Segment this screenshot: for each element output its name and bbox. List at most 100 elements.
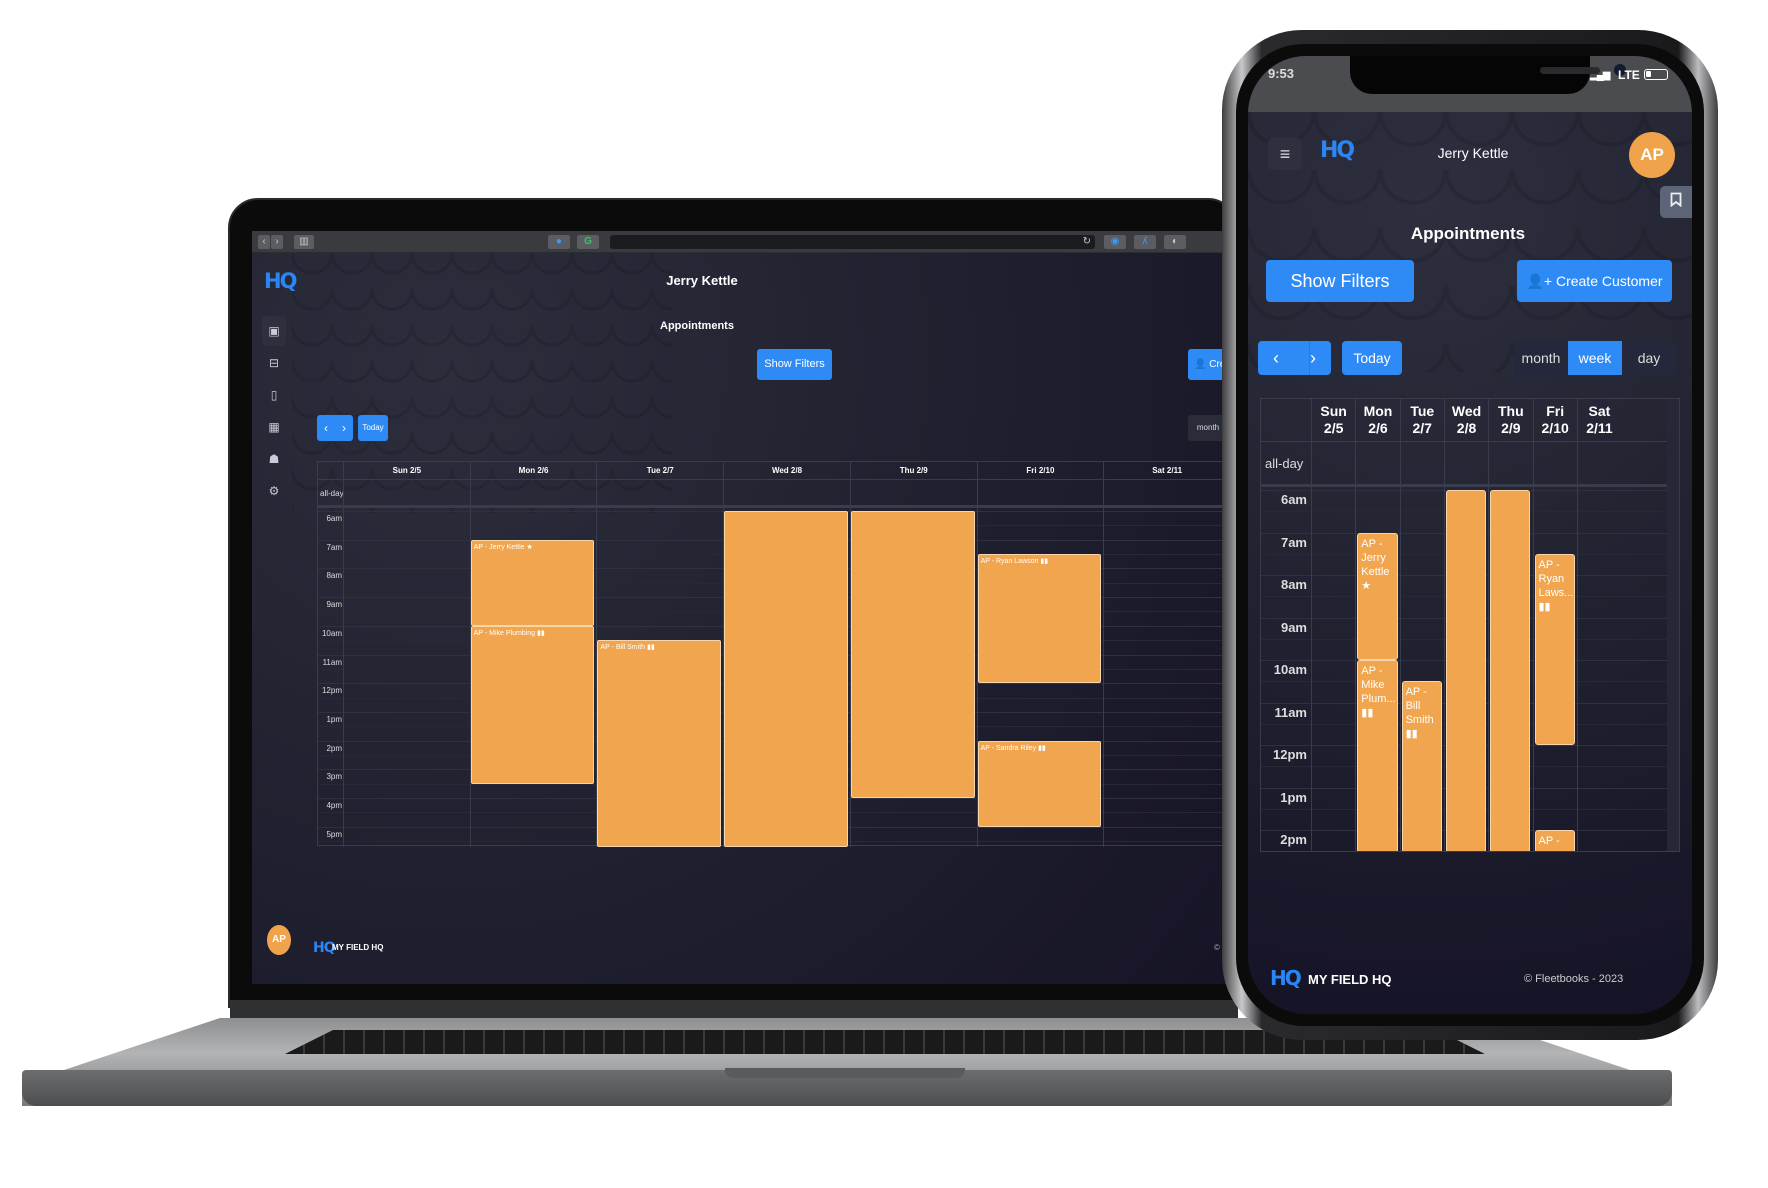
avatar[interactable]: AP [1629,132,1675,178]
phone-screen: 9:53 ▂▄▆ LTE ≡ HQ Jerry Kettle AP Appoin… [1248,56,1692,1014]
event-text: Smith [1405,714,1434,727]
column-divider [1103,480,1105,847]
time-label: 10am [1273,662,1307,677]
sidebar-item-invoice[interactable]: ▯ [262,380,286,410]
sidebar-item-users[interactable]: ☗ [262,444,286,474]
calendar-event[interactable] [1490,490,1531,851]
hq-logo[interactable]: HQ [264,269,297,293]
day-date: 2/10 [1541,420,1569,436]
day-header: Thu 2/9 [1488,399,1532,441]
calendar-event[interactable] [1445,490,1487,851]
sidebar: HQ ▣ ⊟ ▯ ▦ ☗ ⚙ AP [252,253,300,984]
page-title: Appointments [660,320,734,332]
settings-icon: ⚙ [268,484,280,498]
calendar-event[interactable]: AP - Jerry Kettle ★ [1357,532,1398,660]
view-day-button[interactable]: day [1622,341,1676,375]
calendar-event[interactable]: AP - Jerry Kettle ★ [470,539,595,626]
day-header: Tue 2/7 [1399,399,1444,441]
event-text: ▮▮ [1538,600,1551,613]
show-filters-button[interactable]: Show Filters [757,349,832,380]
browser-toolbar: ‹ › ▥ ● G ↻ ◉ ʎ ◐ [252,231,1227,253]
sidebar-item-briefcase[interactable]: ⊟ [262,348,286,378]
day-of-week: Mon [1363,403,1393,419]
today-button[interactable]: Today [1342,341,1402,375]
time-label: 12pm [321,686,342,696]
footer-brand: MY FIELD HQ [332,943,384,952]
time-label: 12pm [1273,747,1307,762]
create-customer-button[interactable]: 👤+ Create Customer [1517,260,1672,302]
time-grid: 6am 7am 8am 9am 10am 11am 12pm 1pm 2pm AP - Jerry K… [1261,490,1679,852]
column-divider [1532,399,1534,851]
address-bar[interactable]: ↻ [610,235,1095,249]
day-of-week: Sun [1320,403,1347,419]
event-text: Bill [1405,700,1421,713]
day-header: Sun 2/5 [343,462,470,480]
time-label: 6am [1280,492,1307,507]
hq-logo[interactable]: HQ [1320,138,1355,163]
view-month-button[interactable]: month [1514,341,1568,375]
calendar-event[interactable]: AP - Bill Smith ▮▮ [1401,681,1442,851]
accessibility-icon[interactable]: ʎ [1134,235,1156,249]
view-switcher: month week day [1514,341,1676,375]
event-text: Jerry [1361,551,1386,564]
column-divider [1488,399,1490,851]
time-label: 8am [1280,577,1307,592]
time-label: 7am [326,542,342,552]
all-day-row: all-day [1261,441,1679,487]
grammarly-icon[interactable]: G [577,235,599,249]
sidebar-item-settings[interactable]: ⚙ [262,476,286,506]
bookmark-icon[interactable] [1660,186,1692,218]
calendar-event[interactable] [724,511,848,847]
battery-icon [1644,69,1668,80]
back-icon[interactable]: ‹ [258,235,270,249]
reload-icon[interactable]: ↻ [1083,235,1091,249]
event-text: ▮▮ [1405,728,1418,741]
calendar-scrollbar[interactable] [1667,399,1679,851]
event-text: Plum... [1361,693,1396,705]
warehouse-icon: ▦ [268,420,280,434]
view-week-button[interactable]: week [1568,341,1622,375]
calendar-event[interactable]: AP - Mike Plum... ▮▮ [1357,660,1398,851]
day-header: Wed 2/8 [723,462,850,480]
sidebar-item-calendar[interactable]: ▣ [262,316,286,346]
column-divider [469,480,471,847]
column-divider [1399,399,1401,851]
calendar-event[interactable]: AP - Bill Smith ▮▮ [597,640,722,847]
time-label: 3pm [326,772,342,782]
status-bar: 9:53 ▂▄▆ LTE [1248,56,1692,112]
privacy-icon[interactable]: ◐ [1164,235,1186,249]
extension-icon[interactable]: ● [548,235,570,249]
day-of-week: Wed [1451,403,1482,419]
prev-button[interactable]: ‹ [1273,341,1279,375]
avatar[interactable]: AP [267,925,291,955]
event-text: Ryan [1538,572,1565,585]
time-slot[interactable] [1261,851,1679,852]
event-text: AP - [1361,665,1383,677]
network-label: LTE [1618,68,1640,82]
signal-icon: ▂▄▆ [1590,70,1610,81]
next-button[interactable]: › [1309,341,1316,375]
calendar-event[interactable]: AP - Ryan Lawson ▮▮ [977,554,1102,684]
next-button[interactable]: › [342,415,346,441]
calendar-event[interactable] [850,511,975,798]
app-window: HQ ▣ ⊟ ▯ ▦ ☗ ⚙ AP Jerry Kettle Appointments S… [252,253,1227,984]
day-header: Sat 2/11 [1103,462,1227,480]
column-divider [596,480,598,847]
calendar-event[interactable]: AP - Mike Plumbing ▮▮ [470,625,595,784]
hamburger-menu-icon[interactable]: ≡ [1268,138,1302,170]
today-button[interactable]: Today [358,415,388,441]
extension-icon[interactable]: ◉ [1104,235,1126,249]
user-name: Jerry Kettle [1437,145,1509,161]
forward-icon[interactable]: › [271,235,283,249]
create-customer-label: Create Customer [1555,273,1663,289]
prev-button[interactable]: ‹ [324,415,328,441]
calendar-event[interactable]: AP - Ryan Laws... ▮▮ [1534,553,1575,745]
calendar-event[interactable]: AP - [1534,830,1575,851]
calendar-event[interactable]: AP - Sandra Riley ▮▮ [977,740,1102,827]
user-plus-icon: 👤+ [1526,273,1553,289]
calendar-header: Sun 2/5 Mon 2/6 Tue 2/7 Wed 2/8 Thu 2/9 Fri 2/10 Sat… [1261,399,1679,441]
sidebar-toggle-icon[interactable]: ▥ [294,235,314,249]
status-time: 9:53 [1267,66,1294,81]
sidebar-item-warehouse[interactable]: ▦ [262,412,286,442]
show-filters-button[interactable]: Show Filters [1266,260,1414,302]
